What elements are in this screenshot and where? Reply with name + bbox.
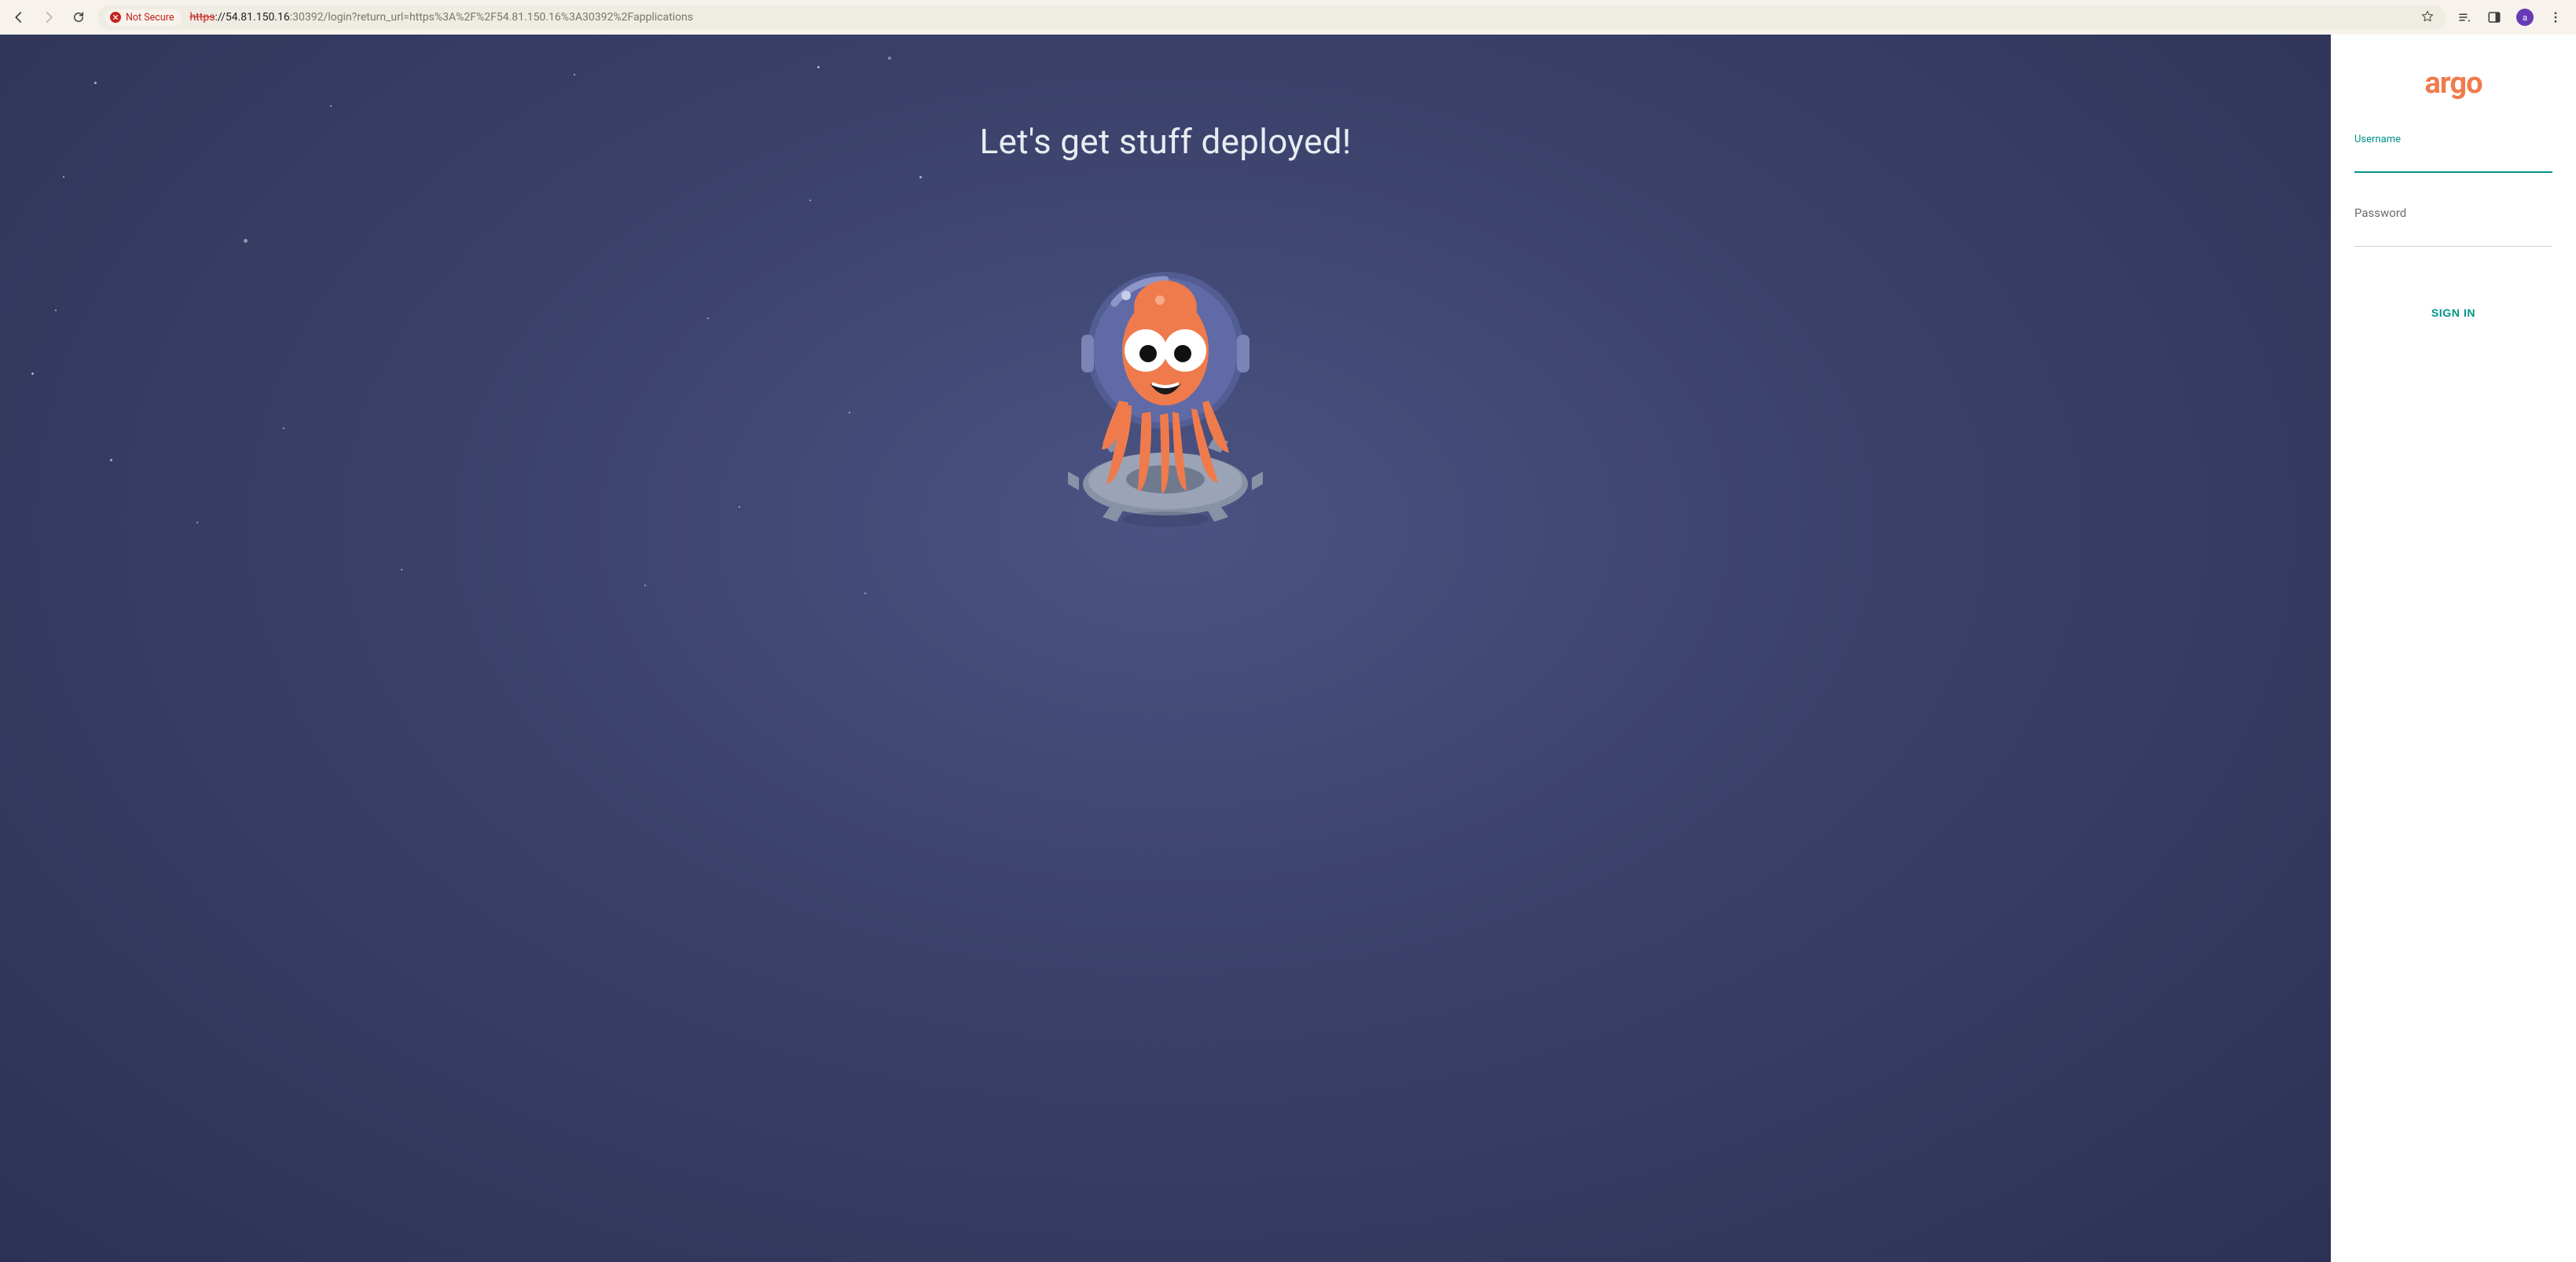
username-field-wrapper: Username xyxy=(2354,134,2552,173)
back-button[interactable] xyxy=(11,9,27,25)
address-bar[interactable]: Not Secure https://54.81.150.16:30392/lo… xyxy=(97,5,2446,30)
url-text: https://54.81.150.16:30392/login?return_… xyxy=(189,11,693,24)
argo-logo: argo xyxy=(2424,66,2482,101)
login-panel: argo Username Password SIGN IN xyxy=(2331,35,2576,1262)
security-chip[interactable]: Not Secure xyxy=(105,9,182,26)
url-scheme: https xyxy=(189,11,215,24)
browser-toolbar: Not Secure https://54.81.150.16:30392/lo… xyxy=(0,0,2576,35)
profile-avatar[interactable]: a xyxy=(2516,9,2534,26)
argo-mascot-illustration xyxy=(1067,248,1264,539)
side-panel-icon[interactable] xyxy=(2486,9,2502,25)
hero-panel: Let's get stuff deployed! xyxy=(0,35,2331,1262)
security-label: Not Secure xyxy=(126,12,174,24)
media-control-icon[interactable] xyxy=(2457,9,2472,25)
avatar-letter: a xyxy=(2523,13,2527,23)
password-field-wrapper: Password xyxy=(2354,206,2552,247)
username-label: Username xyxy=(2354,134,2552,145)
bookmark-star-button[interactable] xyxy=(2420,9,2435,26)
password-input[interactable] xyxy=(2354,223,2552,247)
url-path: :30392/login?return_url=https%3A%2F%2F54… xyxy=(290,11,693,24)
hero-title: Let's get stuff deployed! xyxy=(979,121,1351,162)
password-label: Password xyxy=(2354,206,2552,220)
username-input[interactable] xyxy=(2354,149,2552,173)
reload-button[interactable] xyxy=(71,9,86,25)
kebab-menu-icon[interactable] xyxy=(2548,9,2563,25)
forward-button[interactable] xyxy=(41,9,57,25)
toolbar-right-group: a xyxy=(2457,9,2568,26)
nav-button-group xyxy=(8,9,86,25)
page-body: Let's get stuff deployed! xyxy=(0,35,2576,1262)
url-host: ://54.81.150.16 xyxy=(215,11,289,24)
sign-in-button[interactable]: SIGN IN xyxy=(2431,306,2475,319)
not-secure-icon xyxy=(110,12,121,23)
